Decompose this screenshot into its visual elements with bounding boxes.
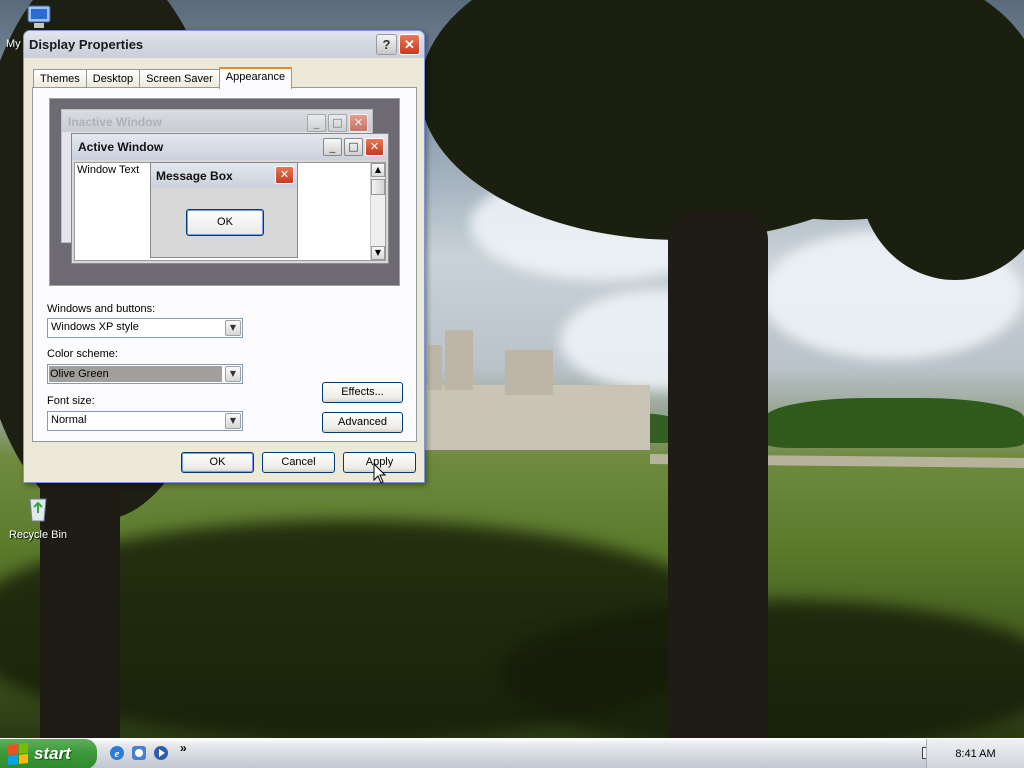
chevron-down-icon[interactable]: ▼: [225, 413, 241, 429]
color-scheme-value: Olive Green: [49, 366, 222, 382]
ok-button[interactable]: OK: [181, 452, 254, 473]
system-tray: 8:41 AM: [926, 739, 1024, 768]
tab-screen-saver[interactable]: Screen Saver: [139, 69, 220, 88]
wallpaper-trees: [765, 398, 1024, 448]
preview-message-box: Message Box ✕ OK: [150, 162, 298, 258]
tab-appearance[interactable]: Appearance: [218, 67, 293, 89]
close-icon: ✕: [275, 166, 294, 184]
font-size-label: Font size:: [47, 395, 95, 407]
close-icon: ✕: [349, 114, 368, 132]
display-properties-dialog: Display Properties ? ✕ Themes Desktop Sc…: [23, 30, 425, 483]
appearance-panel: Inactive Window _ □ ✕ Active Window _ □ …: [32, 87, 417, 442]
close-icon: ✕: [365, 138, 384, 156]
recycle-bin-icon: [22, 493, 54, 525]
minimize-icon: _: [323, 138, 342, 156]
tab-desktop[interactable]: Desktop: [85, 69, 141, 88]
windows-buttons-select[interactable]: Windows XP style ▼: [47, 318, 243, 338]
wallpaper-tree-trunk: [668, 210, 768, 738]
windows-logo-icon: [8, 742, 28, 766]
maximize-icon: □: [344, 138, 363, 156]
cancel-button[interactable]: Cancel: [262, 452, 335, 473]
mouse-pointer-icon: [373, 463, 387, 484]
taskbar: start e » 8:41 AM: [0, 738, 1024, 768]
clock[interactable]: 8:41 AM: [955, 748, 995, 760]
windows-buttons-label: Windows and buttons:: [47, 303, 156, 315]
chevron-down-icon[interactable]: ▼: [225, 366, 241, 382]
color-scheme-select[interactable]: Olive Green ▼: [47, 364, 243, 384]
preview-window-text: Window Text: [77, 164, 140, 176]
scroll-up-icon: ▲: [371, 163, 385, 177]
preview-ok-button: OK: [186, 209, 264, 236]
color-scheme-label: Color scheme:: [47, 348, 118, 360]
scroll-down-icon: ▼: [371, 246, 385, 260]
dialog-title: Display Properties: [29, 37, 144, 52]
advanced-button[interactable]: Advanced: [322, 412, 403, 433]
effects-button[interactable]: Effects...: [322, 382, 403, 403]
my-computer-label: My: [6, 38, 21, 50]
media-center-icon[interactable]: [130, 744, 148, 762]
chevron-down-icon[interactable]: ▼: [225, 320, 241, 336]
appearance-preview: Inactive Window _ □ ✕ Active Window _ □ …: [49, 98, 400, 286]
maximize-icon: □: [328, 114, 347, 132]
windows-buttons-value: Windows XP style: [51, 321, 139, 333]
svg-text:e: e: [115, 748, 120, 760]
preview-scrollbar: ▲ ▼: [370, 163, 385, 260]
wallpaper-castle-tower: [445, 330, 473, 390]
recycle-bin-desktop-icon[interactable]: Recycle Bin: [3, 493, 73, 541]
preview-inactive-buttons: _ □ ✕: [305, 114, 368, 132]
recycle-bin-label: Recycle Bin: [8, 529, 68, 541]
internet-explorer-icon[interactable]: e: [108, 744, 126, 762]
minimize-icon: _: [307, 114, 326, 132]
wallpaper-castle-tower: [505, 350, 553, 395]
font-size-select[interactable]: Normal ▼: [47, 411, 243, 431]
dialog-titlebar[interactable]: Display Properties ? ✕: [24, 31, 424, 58]
tab-strip: Themes Desktop Screen Saver Appearance: [33, 67, 293, 89]
help-button[interactable]: ?: [376, 34, 397, 55]
preview-message-buttons: ✕: [273, 166, 294, 184]
start-label: start: [34, 744, 71, 763]
font-size-value: Normal: [51, 414, 87, 426]
scroll-thumb: [371, 179, 385, 195]
preview-active-buttons: _ □ ✕: [321, 138, 384, 156]
close-button[interactable]: ✕: [399, 34, 420, 55]
tab-themes[interactable]: Themes: [33, 69, 87, 88]
wallpaper-castle-tower: [428, 345, 442, 390]
start-button[interactable]: start: [0, 739, 97, 768]
quick-launch-chevron[interactable]: »: [180, 741, 187, 755]
media-player-icon[interactable]: [152, 744, 170, 762]
